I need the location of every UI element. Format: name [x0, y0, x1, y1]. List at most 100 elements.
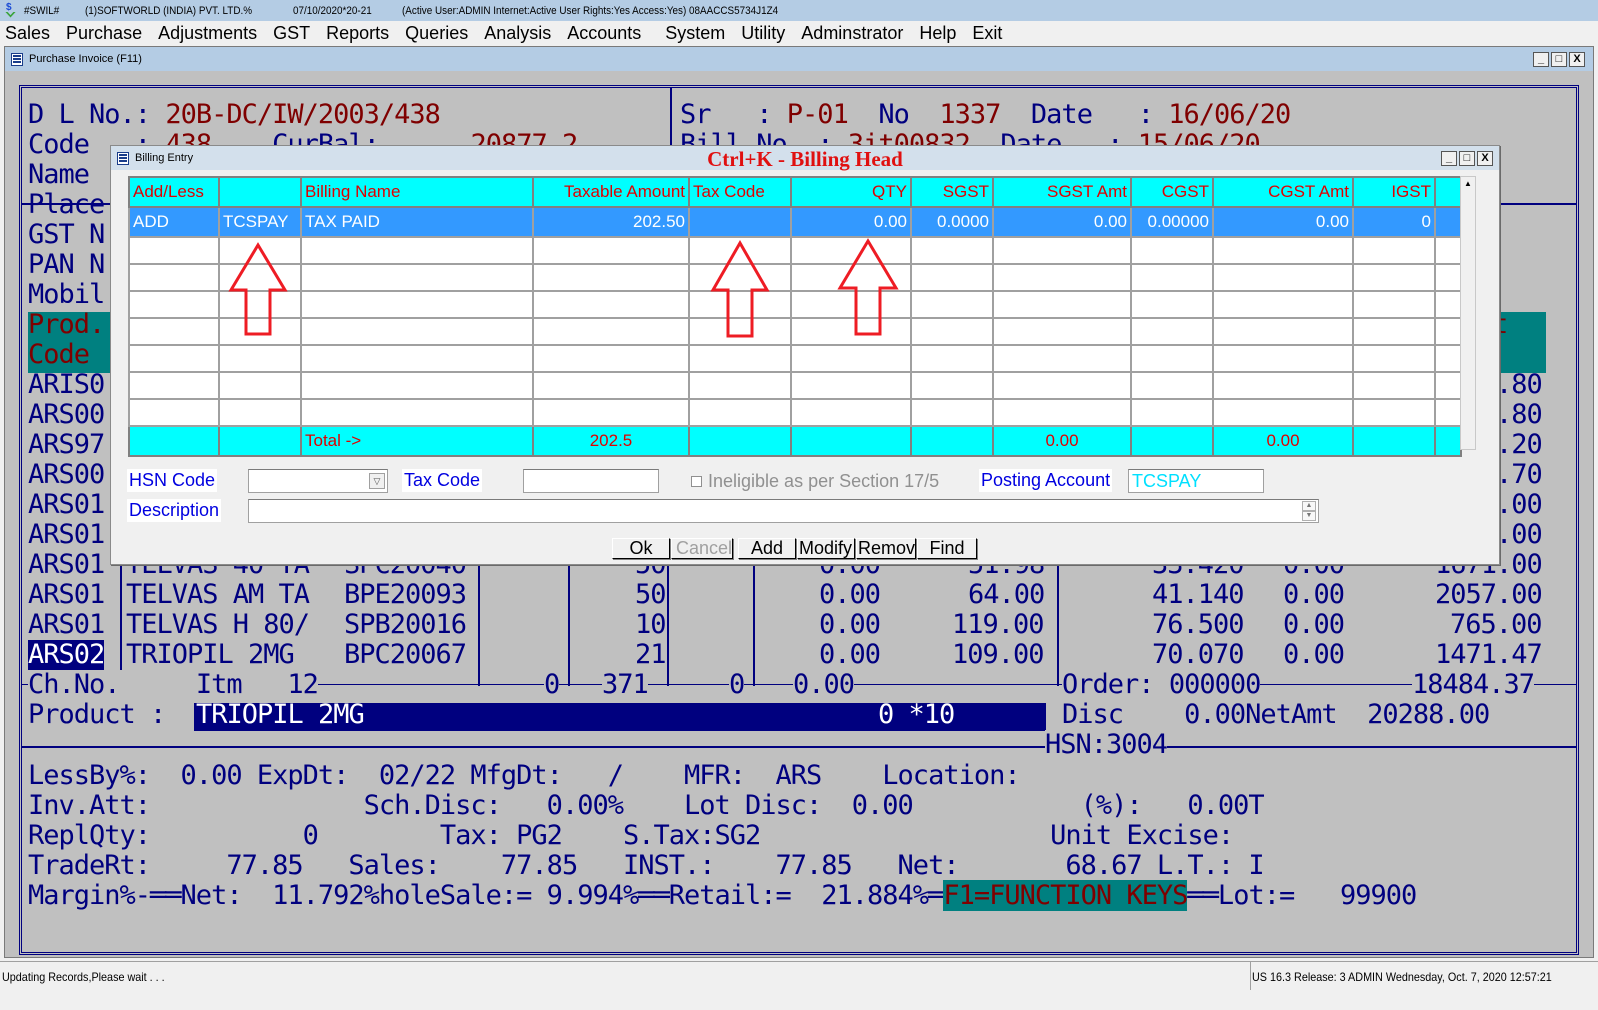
- total-cell[interactable]: [790, 425, 912, 457]
- grid-cell[interactable]: [300, 236, 534, 265]
- menu-analysis[interactable]: Analysis: [484, 23, 551, 44]
- grid-row[interactable]: ADD TCSPAY TAX PAID 202.50 0.00 0.0000 0.00 0.0…: [128, 206, 1462, 238]
- grid-cell[interactable]: [1434, 317, 1462, 346]
- grid-cell[interactable]: [1352, 371, 1436, 400]
- menu-exit[interactable]: Exit: [972, 23, 1002, 44]
- grid-cell[interactable]: [1434, 263, 1462, 292]
- grid-cell[interactable]: [1352, 317, 1436, 346]
- modify-button[interactable]: Modify: [797, 538, 855, 559]
- grid-cell[interactable]: [992, 290, 1132, 319]
- total-cell[interactable]: [688, 425, 792, 457]
- column-header[interactable]: IGST: [1352, 176, 1436, 208]
- dialog-minimize-button[interactable]: _: [1441, 150, 1457, 166]
- grid-cell[interactable]: [992, 263, 1132, 292]
- menu-system[interactable]: System: [665, 23, 725, 44]
- grid-cell[interactable]: [532, 371, 690, 400]
- column-header[interactable]: QTY: [790, 176, 912, 208]
- grid-cell[interactable]: [1434, 398, 1462, 427]
- remove-button[interactable]: Remove: [856, 538, 916, 559]
- scroll-up-icon[interactable]: ▲: [1302, 501, 1316, 511]
- grid-cell[interactable]: [300, 263, 534, 292]
- grid-cell[interactable]: [1212, 398, 1354, 427]
- column-header[interactable]: SGST Amt: [992, 176, 1132, 208]
- total-cell[interactable]: [910, 425, 994, 457]
- grid-cell[interactable]: [1352, 236, 1436, 265]
- grid-cell[interactable]: 0: [1352, 206, 1436, 238]
- minimize-button[interactable]: _: [1533, 51, 1549, 67]
- add-button[interactable]: Add: [738, 538, 796, 559]
- grid-cell[interactable]: [300, 371, 534, 400]
- grid-cell[interactable]: [1352, 263, 1436, 292]
- find-button[interactable]: Find: [917, 538, 977, 559]
- grid-cell[interactable]: [910, 371, 994, 400]
- dialog-maximize-button[interactable]: □: [1459, 150, 1475, 166]
- grid-cell[interactable]: TAX PAID: [300, 206, 534, 238]
- column-header[interactable]: SGST: [910, 176, 994, 208]
- grid-cell[interactable]: [1130, 398, 1214, 427]
- grid-cell[interactable]: [790, 398, 912, 427]
- grid-cell[interactable]: [688, 344, 792, 373]
- total-cell[interactable]: Total ->: [300, 425, 534, 457]
- grid-cell[interactable]: [218, 344, 302, 373]
- grid-cell[interactable]: [992, 317, 1132, 346]
- grid-cell[interactable]: 202.50: [532, 206, 690, 238]
- grid-cell[interactable]: [300, 290, 534, 319]
- product-code[interactable]: ARS00: [28, 460, 105, 490]
- grid-cell[interactable]: [300, 344, 534, 373]
- grid-empty-row[interactable]: [128, 290, 1462, 319]
- product-code[interactable]: ARS97: [28, 430, 105, 460]
- grid-cell[interactable]: [128, 371, 220, 400]
- grid-empty-row[interactable]: [128, 317, 1462, 346]
- product-code[interactable]: ARS02: [28, 640, 105, 670]
- menu-queries[interactable]: Queries: [405, 23, 468, 44]
- ineligible-checkbox[interactable]: Ineligible as per Section 17/5: [691, 471, 939, 492]
- grid-cell[interactable]: 0.0000: [910, 206, 994, 238]
- menu-help[interactable]: Help: [919, 23, 956, 44]
- product-code[interactable]: ARS01: [28, 580, 105, 610]
- grid-empty-row[interactable]: [128, 263, 1462, 292]
- grid-cell[interactable]: [688, 206, 792, 238]
- product-code[interactable]: ARIS0: [28, 370, 105, 400]
- product-code[interactable]: ARS01: [28, 610, 105, 640]
- total-cell[interactable]: [1352, 425, 1436, 457]
- column-header[interactable]: Billing Name: [300, 176, 534, 208]
- grid-cell[interactable]: [1434, 206, 1462, 238]
- grid-cell[interactable]: 0.00: [790, 206, 912, 238]
- grid-cell[interactable]: [1212, 236, 1354, 265]
- column-header[interactable]: [218, 176, 302, 208]
- grid-empty-row[interactable]: [128, 398, 1462, 427]
- grid-cell[interactable]: [532, 236, 690, 265]
- grid-cell[interactable]: [688, 371, 792, 400]
- grid-cell[interactable]: [910, 398, 994, 427]
- grid-cell[interactable]: [790, 371, 912, 400]
- grid-cell[interactable]: [992, 398, 1132, 427]
- grid-cell[interactable]: [1434, 290, 1462, 319]
- grid-cell[interactable]: 0.00: [992, 206, 1132, 238]
- grid-cell[interactable]: [128, 317, 220, 346]
- grid-cell[interactable]: [1434, 344, 1462, 373]
- scroll-down-icon[interactable]: ▼: [1302, 511, 1316, 521]
- product-code[interactable]: ARS01: [28, 520, 105, 550]
- grid-cell[interactable]: [1130, 290, 1214, 319]
- grid-cell[interactable]: [300, 317, 534, 346]
- menu-reports[interactable]: Reports: [326, 23, 389, 44]
- cancel-button[interactable]: Cancel: [671, 538, 733, 559]
- column-header[interactable]: CGST Amt: [1212, 176, 1354, 208]
- grid-cell[interactable]: [218, 398, 302, 427]
- grid-cell[interactable]: [532, 398, 690, 427]
- grid-cell[interactable]: [910, 344, 994, 373]
- grid-cell[interactable]: [128, 290, 220, 319]
- grid-cell[interactable]: 0.00000: [1130, 206, 1214, 238]
- grid-cell[interactable]: [910, 236, 994, 265]
- menu-administrator[interactable]: Adminstrator: [801, 23, 903, 44]
- grid-cell[interactable]: [128, 236, 220, 265]
- grid-cell[interactable]: [688, 398, 792, 427]
- grid-cell[interactable]: [1212, 344, 1354, 373]
- grid-empty-row[interactable]: [128, 371, 1462, 400]
- product-code[interactable]: ARS00: [28, 400, 105, 430]
- tax-code-input[interactable]: [523, 469, 659, 493]
- column-header[interactable]: Taxable Amount: [532, 176, 690, 208]
- grid-cell[interactable]: [1212, 290, 1354, 319]
- grid-cell[interactable]: [992, 344, 1132, 373]
- grid-cell[interactable]: [532, 344, 690, 373]
